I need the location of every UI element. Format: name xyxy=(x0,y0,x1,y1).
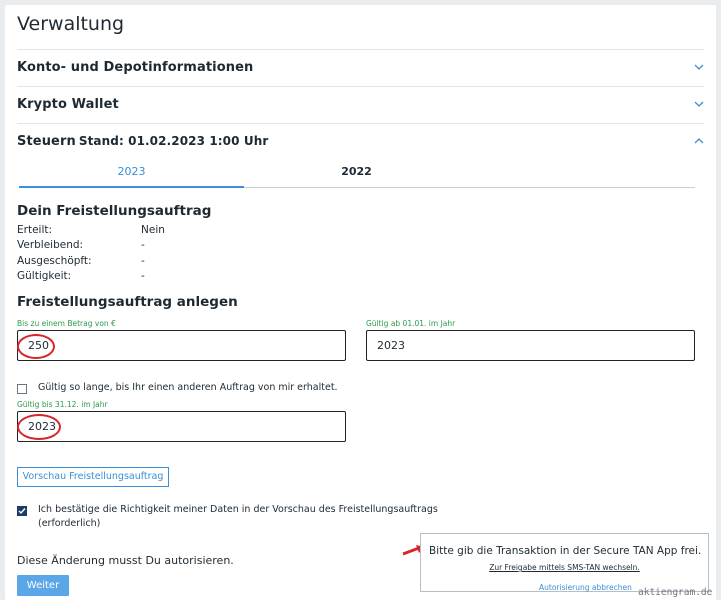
sms-tan-link[interactable]: Zur Freigabe mittels SMS-TAN wechseln. xyxy=(421,563,708,572)
info-value: Nein xyxy=(141,224,165,236)
amount-label: Bis zu einem Betrag von € xyxy=(17,319,116,328)
management-panel: Verwaltung Konto- und Depotinformationen… xyxy=(5,5,716,600)
checkmark-icon xyxy=(18,508,26,515)
info-row-ausgeschoepft: Ausgeschöpft: - xyxy=(17,255,145,267)
section-heading-freistellung: Dein Freistellungsauftrag xyxy=(17,203,212,219)
info-key: Verbleibend: xyxy=(17,239,84,251)
info-row-gueltigkeit: Gültigkeit: - xyxy=(17,270,145,282)
info-value: - xyxy=(141,255,145,267)
valid-until-revoked-checkbox[interactable] xyxy=(17,384,27,394)
preview-button[interactable]: Vorschau Freistellungsauftrag xyxy=(17,467,169,487)
authorize-text: Diese Änderung musst Du autorisieren. xyxy=(17,554,234,567)
confirm-required-text: (erforderlich) xyxy=(38,518,101,529)
cancel-authorization-link[interactable]: Autorisierung abbrechen xyxy=(539,583,632,592)
chevron-down-icon xyxy=(694,99,704,109)
valid-until-input[interactable]: 2023 xyxy=(17,411,346,442)
annotation-circle xyxy=(17,334,55,359)
section-heading-form: Freistellungsauftrag anlegen xyxy=(17,294,238,310)
accordion-account-info[interactable]: Konto- und Depotinformationen xyxy=(17,49,704,86)
info-value: - xyxy=(141,239,145,251)
year-tabs: 2023 2022 xyxy=(19,162,695,188)
accordion-taxes[interactable]: Steuern Stand: 01.02.2023 1:00 Uhr xyxy=(17,123,704,160)
continue-button[interactable]: Weiter xyxy=(17,575,69,596)
accordion-label: Steuern xyxy=(17,134,76,149)
accordion-status-date: Stand: 01.02.2023 1:00 Uhr xyxy=(78,134,269,148)
confirm-text: Ich bestätige die Richtigkeit meiner Dat… xyxy=(38,504,438,515)
watermark: aktiengram.de xyxy=(638,587,713,598)
chevron-down-icon xyxy=(694,62,704,72)
tab-2022[interactable]: 2022 xyxy=(244,162,469,188)
confirm-row: Ich bestätige die Richtigkeit meiner Dat… xyxy=(17,504,697,532)
accordion-crypto-wallet[interactable]: Krypto Wallet xyxy=(17,86,704,123)
accordion-label: Konto- und Depotinformationen xyxy=(17,60,254,75)
info-row-verbleibend: Verbleibend: - xyxy=(17,239,145,251)
tan-title: Bitte gib die Transaktion in der Secure … xyxy=(429,545,702,557)
info-key: Ausgeschöpft: xyxy=(17,255,92,267)
amount-input[interactable]: 250 xyxy=(17,330,346,361)
info-key: Gültigkeit: xyxy=(17,270,72,282)
chevron-up-icon xyxy=(694,136,704,146)
accordion-label: Krypto Wallet xyxy=(17,97,119,112)
valid-from-label: Gültig ab 01.01. im Jahr xyxy=(366,319,456,328)
valid-from-input[interactable]: 2023 xyxy=(366,330,695,361)
tab-2023[interactable]: 2023 xyxy=(19,162,244,188)
info-key: Erteilt: xyxy=(17,224,53,236)
annotation-circle xyxy=(17,414,61,440)
accordion-label-wrap: Steuern Stand: 01.02.2023 1:00 Uhr xyxy=(17,134,268,149)
info-row-erteilt: Erteilt: Nein xyxy=(17,224,165,236)
valid-until-revoked-text: Gültig so lange, bis Ihr einen anderen A… xyxy=(38,382,338,393)
info-value: - xyxy=(141,270,145,282)
valid-until-label: Gültig bis 31.12. im Jahr xyxy=(17,400,108,409)
tan-authorization-box: Bitte gib die Transaktion in der Secure … xyxy=(420,533,709,592)
confirm-checkbox[interactable] xyxy=(17,506,27,516)
page-title: Verwaltung xyxy=(17,13,125,35)
